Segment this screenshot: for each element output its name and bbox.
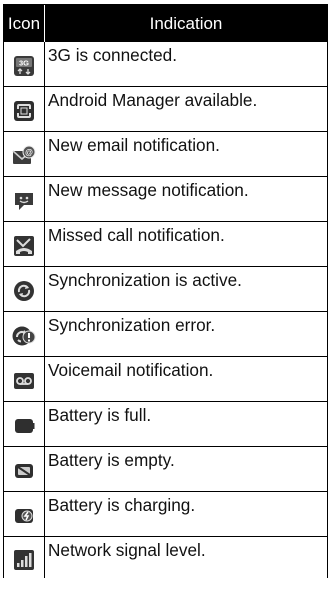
voicemail-icon [14, 373, 34, 389]
android-manager-icon [14, 101, 34, 121]
row-text: New message notification. [48, 180, 249, 200]
row-text: Battery is full. [48, 405, 152, 425]
table-row: Battery is empty. [4, 447, 327, 492]
row-text: New email notification. [48, 135, 220, 155]
row-text: Voicemail notification. [48, 360, 214, 380]
table-row: 3G 3G is connected. [4, 42, 327, 87]
battery-full-icon [15, 419, 35, 433]
table-row: Missed call notification. [4, 222, 327, 267]
table-header: Icon Indication [4, 5, 327, 42]
table-row: Battery is charging. [4, 492, 327, 537]
battery-charging-icon [15, 509, 33, 523]
indicator-table: Icon Indication 3G 3G is connected. Andr [3, 4, 328, 578]
indication-column-header: Indication [149, 13, 223, 33]
3g-icon: 3G [14, 56, 34, 76]
row-text: Battery is charging. [48, 495, 196, 515]
email-icon: @ [12, 145, 36, 164]
table-row: Battery is full. [4, 402, 327, 447]
row-text: Missed call notification. [48, 225, 225, 245]
sync-icon [14, 281, 34, 301]
table-row: Synchronization is active. [4, 267, 327, 312]
sync-error-icon [12, 326, 36, 346]
row-text: Network signal level. [48, 540, 206, 560]
icon-column-header: Icon [4, 5, 45, 42]
battery-empty-icon [15, 464, 33, 478]
table-row: Android Manager available. [4, 87, 327, 132]
svg-text:@: @ [25, 148, 33, 157]
signal-icon [14, 549, 34, 570]
table-row: Network signal level. [4, 537, 327, 578]
table-row: @ New email notification. [4, 132, 327, 177]
svg-text:3G: 3G [19, 59, 29, 68]
table-row: Voicemail notification. [4, 357, 327, 402]
row-text: 3G is connected. [48, 45, 177, 65]
missed-call-icon [14, 236, 34, 256]
row-text: Synchronization is active. [48, 270, 242, 290]
message-icon [15, 193, 33, 210]
row-text: Synchronization error. [48, 315, 216, 335]
row-text: Battery is empty. [48, 450, 175, 470]
table-row: New message notification. [4, 177, 327, 222]
table-row: Synchronization error. [4, 312, 327, 357]
row-text: Android Manager available. [48, 90, 258, 110]
